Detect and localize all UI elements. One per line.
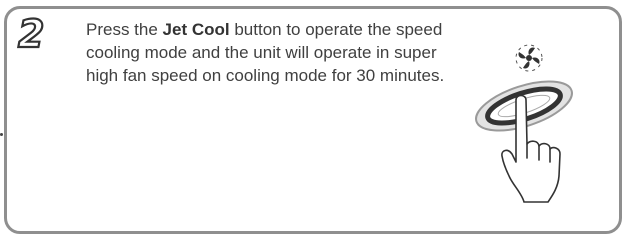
jet-cool-button-name: Jet Cool (162, 20, 230, 39)
instruction-text-before: Press the (86, 20, 163, 39)
step-number: 2 (17, 11, 46, 57)
margin-mark (0, 133, 3, 136)
fan-swirl-icon (515, 44, 543, 72)
jet-cool-illustration (475, 44, 573, 203)
instruction-text: Press the Jet Cool button to operate the… (86, 18, 446, 87)
instruction-page: 2 Press the Jet Cool button to operate t… (0, 0, 629, 241)
